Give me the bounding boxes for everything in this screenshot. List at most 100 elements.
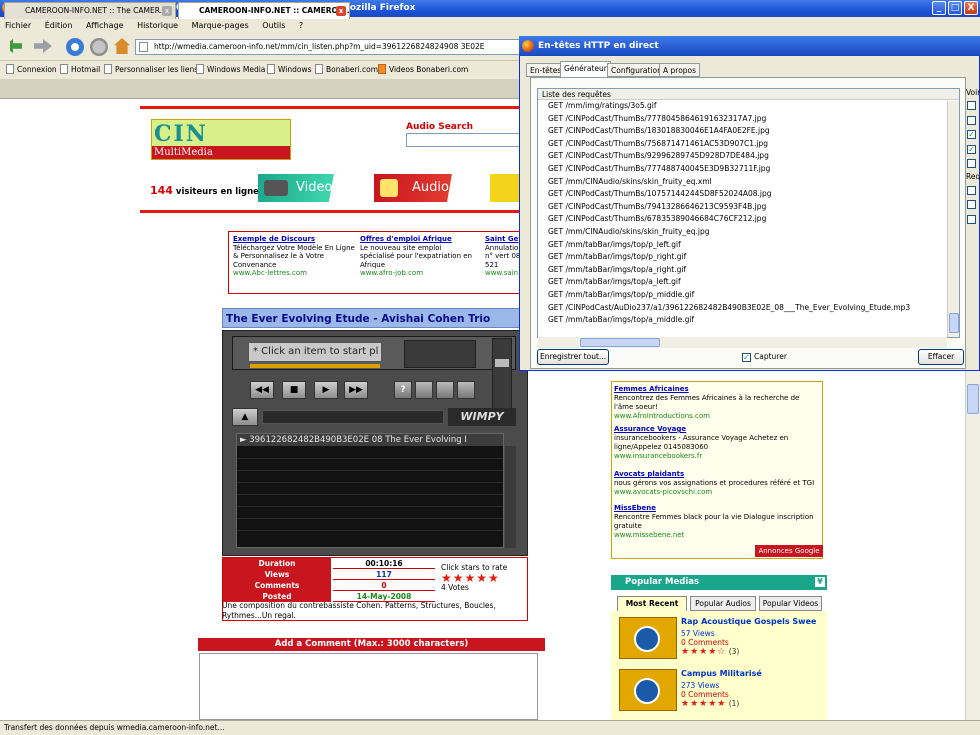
request-list-scrollbar[interactable] (947, 101, 959, 337)
request-item[interactable]: GET /CINPodCast/ThumBs/10757144244SD8F52… (548, 188, 772, 201)
volume-slider[interactable] (492, 338, 512, 418)
cin-logo[interactable]: CIN MultiMedia (151, 119, 291, 160)
progress-bar[interactable] (250, 364, 380, 368)
eject-icon[interactable]: ▲ (232, 408, 258, 426)
media-title[interactable]: Rap Acoustique Gospels Swee (681, 617, 816, 626)
audio-button[interactable]: Audio (374, 174, 480, 202)
option-checkbox[interactable] (967, 200, 976, 209)
previous-button[interactable]: ◀◀ (250, 381, 274, 399)
menu-marque-pages[interactable]: Marque-pages (192, 21, 249, 30)
repeat-icon[interactable] (436, 381, 454, 399)
menu-fichier[interactable]: Fichier (5, 21, 31, 30)
bookmark-windows-media[interactable]: Windows Media (196, 61, 265, 79)
ad-item[interactable]: Avocats plaidants nous gérons vos assign… (614, 470, 820, 497)
bookmark-bonaberi[interactable]: Bonaberi.com (315, 61, 378, 79)
playlist-scrollbar[interactable] (505, 446, 516, 548)
stop-button[interactable]: ■ (282, 381, 306, 399)
request-item[interactable]: GET /CINPodCast/ThumBs/777488740045E3D9B… (548, 163, 770, 176)
request-item[interactable]: GET /CINPodCast/ThumBs/77780458646191632… (548, 113, 766, 126)
bookmark-personnaliser[interactable]: Personnaliser les liens (104, 61, 198, 79)
reload-icon[interactable] (66, 38, 84, 56)
play-button[interactable]: ▶ (314, 381, 338, 399)
ad-title[interactable]: Offres d'emploi Afrique (360, 235, 478, 244)
shuffle-icon[interactable] (415, 381, 433, 399)
menu-help[interactable]: ? (299, 21, 303, 30)
scrollbar-thumb[interactable] (949, 313, 959, 333)
request-item[interactable]: GET /CINPodCast/ThumBs/183018830046E1A4F… (548, 125, 770, 138)
tab-a-propos[interactable]: A propos (659, 63, 701, 77)
media-item[interactable]: Campus Militarisé 273 Views 0 Comments ★… (611, 665, 827, 715)
request-item[interactable]: GET /CINPodCast/ThumBs/756871471461AC53D… (548, 138, 768, 151)
ad-title[interactable]: Avocats plaidants (614, 470, 820, 479)
next-button[interactable]: ▶▶ (344, 381, 368, 399)
bookmark-hotmail[interactable]: Hotmail (60, 61, 100, 79)
ad-url[interactable]: www.Abc-lettres.com (233, 269, 355, 278)
seek-bar[interactable] (262, 410, 444, 424)
ad-url[interactable]: www.avocats-picovschi.com (614, 488, 820, 497)
menu-edition[interactable]: Édition (45, 21, 73, 30)
request-item[interactable]: GET /mm/tabBar/imgs/top/p_middle.gif (548, 289, 694, 302)
option-checkbox[interactable] (967, 101, 976, 110)
request-item[interactable]: GET /CINPodCast/ThumBs/79413286646213C95… (548, 201, 766, 214)
capture-checkbox[interactable]: ✓ Capturer (742, 352, 787, 362)
close-button[interactable]: X (964, 1, 978, 15)
option-checkbox[interactable]: ✓ (967, 145, 976, 154)
comment-textarea[interactable] (199, 653, 538, 720)
ad-title[interactable]: MissEbene (614, 504, 820, 513)
media-item[interactable]: Rap Acoustique Gospels Swee 57 Views 0 C… (611, 613, 827, 663)
request-item[interactable]: GET /mm/CINAudio/skins/skin_fruity_eq.jp… (548, 226, 710, 239)
ad-title[interactable]: Assurance Voyage (614, 425, 820, 434)
tab-close-icon[interactable]: x (336, 6, 346, 16)
option-checkbox[interactable] (967, 215, 976, 224)
ad-item[interactable]: Offres d'emploi Afrique Le nouveau site … (360, 235, 478, 278)
request-item[interactable]: GET /CINPodCast/ThumBs/92996289745D928D7… (548, 150, 769, 163)
request-item[interactable]: GET /mm/tabBar/imgs/top/a_left.gif (548, 276, 681, 289)
request-item[interactable]: GET /mm/CINAudio/skins/skin_fruity_eq.xm… (548, 176, 712, 189)
ad-item[interactable]: Exemple de Discours Téléchargez Votre Mo… (233, 235, 355, 278)
option-checkbox[interactable]: ✓ (967, 130, 976, 139)
ad-url[interactable]: www.missebene.net (614, 531, 820, 540)
audio-search-input[interactable] (406, 133, 521, 147)
dialog-title-bar[interactable]: En-têtes HTTP en direct (519, 36, 980, 56)
request-item[interactable]: GET /CINPodCast/ThumBs/67835389046684C76… (548, 213, 766, 226)
tab-most-recent[interactable]: Most Recent (617, 596, 687, 611)
bookmark-connexion[interactable]: Connexion (6, 61, 57, 79)
bookmark-windows[interactable]: Windows (267, 61, 311, 79)
tab-cameroon-info-2[interactable]: CAMEROON-INFO.NET :: CAMEROU... x (178, 2, 350, 19)
playlist-item[interactable]: ► 396122682482B490B3E02E 08 The Ever Evo… (237, 434, 503, 446)
request-item[interactable]: GET /mm/tabBar/imgs/top/a_right.gif (548, 264, 686, 277)
ad-item[interactable]: MissEbene Rencontre Femmes black pour la… (614, 504, 820, 540)
ad-url[interactable]: www.insurancebookers.fr (614, 452, 820, 461)
menu-historique[interactable]: Historique (137, 21, 178, 30)
ad-title[interactable]: Femmes Africaines (614, 385, 820, 394)
tab-popular-audios[interactable]: Popular Audios (690, 596, 756, 611)
media-title[interactable]: Campus Militarisé (681, 669, 762, 678)
scrollbar-thumb[interactable] (580, 338, 660, 347)
ad-title[interactable]: Exemple de Discours (233, 235, 355, 244)
option-checkbox[interactable] (967, 116, 976, 125)
tab-configuration[interactable]: Configuration (607, 63, 666, 77)
tab-cameroon-info-1[interactable]: CAMEROON-INFO.NET :: The CAMER... x (4, 2, 176, 19)
menu-affichage[interactable]: Affichage (86, 21, 124, 30)
menu-outils[interactable]: Outils (262, 21, 285, 30)
tab-popular-videos[interactable]: Popular Videos (759, 596, 822, 611)
rating-stars[interactable]: ★★★★★ (441, 572, 507, 584)
tab-close-icon[interactable]: x (162, 6, 172, 16)
option-checkbox[interactable] (967, 159, 976, 168)
speaker-icon[interactable] (619, 669, 677, 711)
collapse-icon[interactable]: ¥ (815, 577, 825, 587)
request-item[interactable]: GET /mm/tabBar/imgs/top/a_middle.gif (548, 314, 694, 327)
help-button[interactable]: ? (394, 381, 412, 399)
mute-icon[interactable] (457, 381, 475, 399)
bookmark-videos-bonaberi[interactable]: Videos Bonaberi.com (378, 61, 468, 79)
save-all-button[interactable]: Enregistrer tout... (537, 349, 609, 365)
option-checkbox[interactable] (967, 186, 976, 195)
url-bar[interactable]: http://wmedia.cameroon-info.net/mm/cin_l… (135, 39, 530, 55)
stop-icon[interactable] (90, 38, 108, 56)
ad-url[interactable]: www.afro-job.com (360, 269, 478, 278)
volume-handle[interactable] (495, 359, 509, 367)
minimize-button[interactable]: _ (932, 1, 946, 15)
request-item[interactable]: GET /mm/tabBar/imgs/top/p_left.gif (548, 239, 681, 252)
checkbox-icon[interactable]: ✓ (742, 353, 751, 362)
scrollbar-thumb[interactable] (967, 384, 979, 414)
